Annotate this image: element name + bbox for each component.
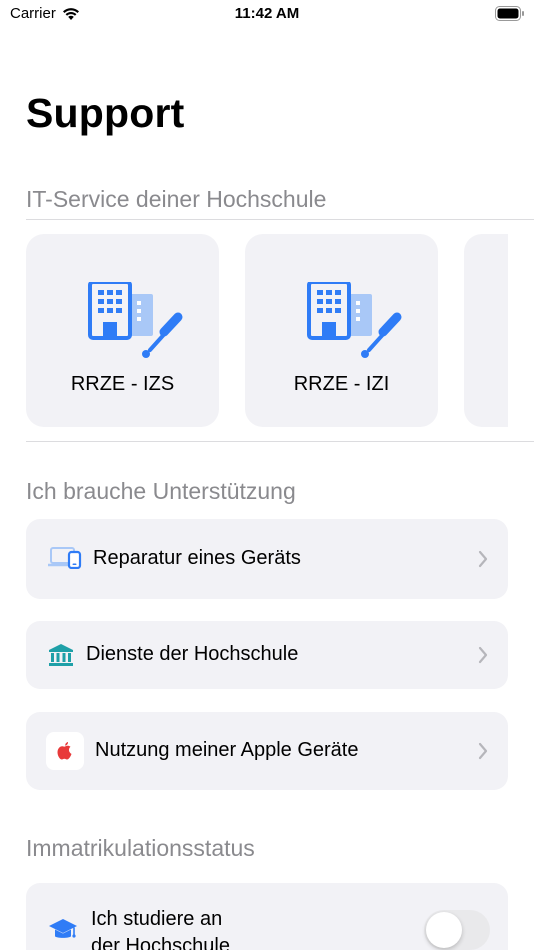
building-wrench-icon bbox=[307, 282, 402, 358]
it-service-header: IT-Service deiner Hochschule bbox=[26, 186, 327, 212]
status-bar: Carrier 11:42 AM bbox=[0, 0, 534, 30]
it-service-carousel[interactable]: RRZE - IZS RRZE - IZI I bbox=[26, 234, 508, 427]
building-wrench-icon bbox=[88, 282, 183, 358]
enrollment-label-line1: Ich studiere an bbox=[91, 908, 223, 930]
apple-logo-icon bbox=[46, 732, 84, 770]
chevron-right-icon bbox=[478, 646, 488, 664]
enrollment-header: Immatrikulationsstatus bbox=[26, 835, 255, 861]
chevron-right-icon bbox=[478, 550, 488, 568]
support-row-repair[interactable]: Reparatur eines Geräts bbox=[26, 519, 508, 599]
battery-icon bbox=[495, 6, 524, 21]
status-time: 11:42 AM bbox=[234, 5, 300, 22]
enrollment-row: Ich studiere an der Hochschule bbox=[26, 883, 508, 950]
support-header: Ich brauche Unterstützung bbox=[26, 478, 296, 504]
support-row-apple[interactable]: Nutzung meiner Apple Geräte bbox=[26, 712, 508, 790]
page-title: Support bbox=[26, 90, 185, 136]
graduation-cap-icon bbox=[48, 917, 78, 943]
enrollment-label: Ich studiere an der Hochschule bbox=[91, 906, 230, 950]
it-service-card-label: I bbox=[464, 373, 508, 396]
laptop-phone-icon bbox=[48, 547, 82, 569]
it-service-divider bbox=[26, 219, 534, 220]
support-row-label: Dienste der Hochschule bbox=[86, 643, 299, 665]
university-building-icon bbox=[48, 643, 74, 667]
support-divider bbox=[26, 441, 534, 442]
it-service-card-label: RRZE - IZI bbox=[293, 373, 390, 395]
toggle-knob bbox=[426, 912, 462, 948]
enrollment-label-line2: der Hochschule bbox=[91, 935, 230, 950]
it-service-card-izs[interactable]: RRZE - IZS bbox=[26, 234, 219, 427]
it-service-card-partial[interactable]: I bbox=[464, 234, 508, 427]
chevron-right-icon bbox=[478, 742, 488, 760]
it-service-card-izi[interactable]: RRZE - IZI bbox=[245, 234, 438, 427]
support-row-services[interactable]: Dienste der Hochschule bbox=[26, 621, 508, 689]
it-service-card-label: RRZE - IZS bbox=[70, 373, 175, 395]
enrollment-toggle[interactable] bbox=[424, 910, 490, 950]
support-row-label: Nutzung meiner Apple Geräte bbox=[95, 739, 359, 761]
support-row-label: Reparatur eines Geräts bbox=[93, 547, 301, 569]
